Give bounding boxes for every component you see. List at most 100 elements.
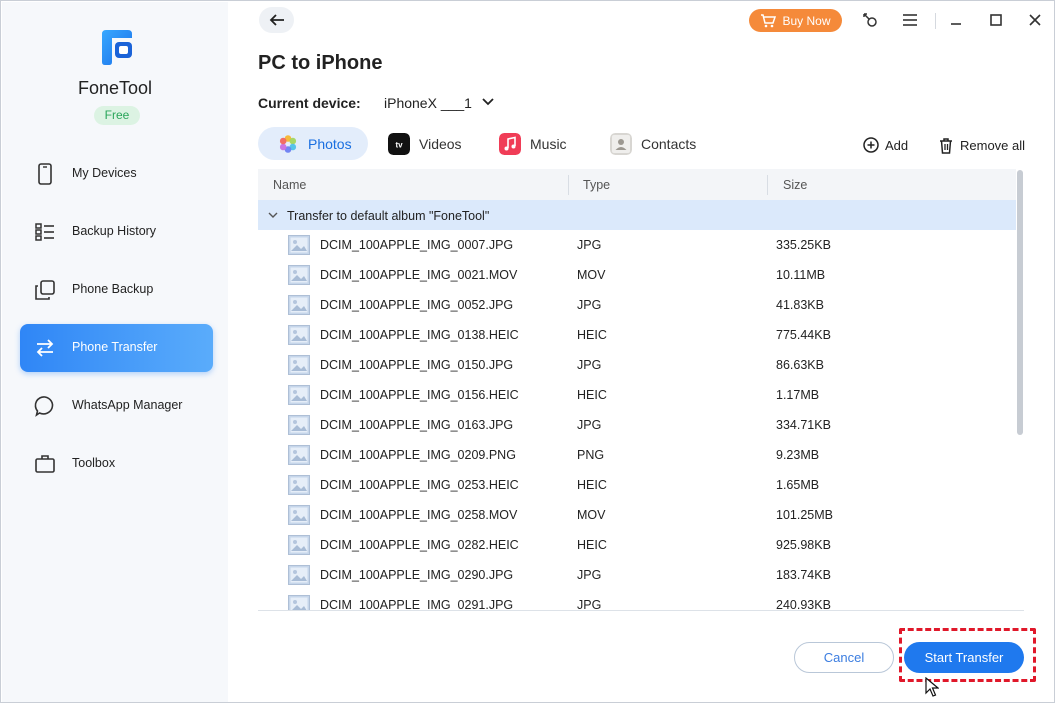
file-type-cell: JPG <box>577 598 602 610</box>
file-size-cell: 775.44KB <box>776 328 831 342</box>
table-row[interactable]: DCIM_100APPLE_IMG_0163.JPG JPG 334.71KB <box>258 410 1016 440</box>
table-row[interactable]: DCIM_100APPLE_IMG_0258.MOV MOV 101.25MB <box>258 500 1016 530</box>
file-name-cell: DCIM_100APPLE_IMG_0209.PNG <box>320 448 516 462</box>
file-size-cell: 925.98KB <box>776 538 831 552</box>
maximize-icon <box>990 14 1002 26</box>
chevron-down-icon[interactable] <box>481 95 495 109</box>
table-row[interactable]: DCIM_100APPLE_IMG_0007.JPG JPG 335.25KB <box>258 230 1016 260</box>
file-type-cell: HEIC <box>577 538 607 552</box>
file-size-cell: 1.65MB <box>776 478 820 492</box>
sidebar-item-phone-transfer[interactable]: Phone Transfer <box>20 324 213 372</box>
image-file-icon <box>288 265 310 285</box>
arrow-left-icon <box>269 14 284 26</box>
image-file-icon <box>288 385 310 405</box>
table-row[interactable]: DCIM_100APPLE_IMG_0282.HEIC HEIC 925.98KB <box>258 530 1016 560</box>
image-file-icon <box>288 235 310 255</box>
file-size-cell: 240.93KB <box>776 598 831 610</box>
current-device-label: Current device: <box>258 95 361 111</box>
add-label: Add <box>885 137 909 153</box>
close-button[interactable] <box>1023 9 1047 31</box>
file-name-cell: DCIM_100APPLE_IMG_0021.MOV <box>320 268 518 282</box>
file-name-cell: DCIM_100APPLE_IMG_0052.JPG <box>320 298 514 312</box>
chevron-down-icon[interactable] <box>267 209 279 221</box>
image-file-icon <box>288 415 310 435</box>
minimize-button[interactable] <box>944 9 968 31</box>
table-row[interactable]: DCIM_100APPLE_IMG_0290.JPG JPG 183.74KB <box>258 560 1016 590</box>
sidebar-item-label: Toolbox <box>72 456 116 470</box>
minimize-icon <box>951 23 961 25</box>
hamburger-menu-icon <box>903 14 917 26</box>
file-name-cell: DCIM_100APPLE_IMG_0290.JPG <box>320 568 514 582</box>
contacts-icon <box>610 132 632 155</box>
table-row[interactable]: DCIM_100APPLE_IMG_0150.JPG JPG 86.63KB <box>258 350 1016 380</box>
tab-label: Photos <box>308 135 352 152</box>
maximize-button[interactable] <box>984 9 1008 31</box>
tab-photos[interactable]: Photos <box>258 127 368 160</box>
buy-now-button[interactable]: Buy Now <box>749 9 842 32</box>
page-title: PC to iPhone <box>258 52 383 74</box>
sidebar: FoneTool Free My Devices Backup History … <box>2 2 228 702</box>
table-row[interactable]: DCIM_100APPLE_IMG_0253.HEIC HEIC 1.65MB <box>258 470 1016 500</box>
tab-videos[interactable]: tv Videos <box>388 127 462 160</box>
column-header-size[interactable]: Size <box>783 178 807 192</box>
table-row[interactable]: DCIM_100APPLE_IMG_0052.JPG JPG 41.83KB <box>258 290 1016 320</box>
back-button[interactable] <box>259 7 294 33</box>
column-divider[interactable] <box>568 175 569 195</box>
sidebar-item-whatsapp-manager[interactable]: WhatsApp Manager <box>20 382 213 430</box>
cancel-button[interactable]: Cancel <box>794 642 894 673</box>
fonetool-logo <box>102 30 132 65</box>
album-group-row[interactable]: Transfer to default album "FoneTool" <box>258 200 1016 230</box>
feedback-button[interactable] <box>858 9 882 31</box>
file-name-cell: DCIM_100APPLE_IMG_0150.JPG <box>320 358 514 372</box>
file-name-cell: DCIM_100APPLE_IMG_0007.JPG <box>320 238 514 252</box>
add-button[interactable]: Add <box>863 135 908 155</box>
column-header-type[interactable]: Type <box>583 178 610 192</box>
file-size-cell: 86.63KB <box>776 358 824 372</box>
tab-contacts[interactable]: Contacts <box>610 127 696 160</box>
sidebar-item-label: WhatsApp Manager <box>72 398 183 412</box>
sidebar-item-phone-backup[interactable]: Phone Backup <box>20 266 213 314</box>
scrollbar-thumb[interactable] <box>1017 170 1023 435</box>
current-device-select[interactable]: iPhoneX ___1 <box>384 95 472 111</box>
table-row[interactable]: DCIM_100APPLE_IMG_0138.HEIC HEIC 775.44KB <box>258 320 1016 350</box>
menu-button[interactable] <box>898 9 922 31</box>
table-row[interactable]: DCIM_100APPLE_IMG_0209.PNG PNG 9.23MB <box>258 440 1016 470</box>
file-type-cell: HEIC <box>577 388 607 402</box>
apple-tv-icon: tv <box>388 132 410 155</box>
file-type-cell: JPG <box>577 568 602 582</box>
key-icon <box>863 13 877 27</box>
sidebar-item-toolbox[interactable]: Toolbox <box>20 440 213 488</box>
close-icon <box>1029 14 1041 26</box>
image-file-icon <box>288 505 310 525</box>
file-type-cell: HEIC <box>577 328 607 342</box>
chat-bubble-icon <box>34 396 54 417</box>
table-row[interactable]: DCIM_100APPLE_IMG_0021.MOV MOV 10.11MB <box>258 260 1016 290</box>
file-name-cell: DCIM_100APPLE_IMG_0282.HEIC <box>320 538 519 552</box>
column-divider[interactable] <box>767 175 768 195</box>
trash-icon <box>940 137 952 154</box>
image-file-icon <box>288 475 310 495</box>
tab-music[interactable]: Music <box>499 127 567 160</box>
file-size-cell: 101.25MB <box>776 508 833 522</box>
music-icon <box>499 132 521 155</box>
mouse-cursor-icon <box>925 677 939 697</box>
image-file-icon <box>288 535 310 555</box>
titlebar-divider <box>935 13 936 29</box>
file-name-cell: DCIM_100APPLE_IMG_0138.HEIC <box>320 328 519 342</box>
file-size-cell: 41.83KB <box>776 298 824 312</box>
tab-label: Music <box>530 135 567 152</box>
file-size-cell: 183.74KB <box>776 568 831 582</box>
sidebar-item-backup-history[interactable]: Backup History <box>20 208 213 256</box>
file-type-cell: MOV <box>577 268 606 282</box>
scrollbar[interactable] <box>1016 169 1024 610</box>
image-file-icon <box>288 355 310 375</box>
file-size-cell: 335.25KB <box>776 238 831 252</box>
remove-all-button[interactable]: Remove all <box>938 135 1025 155</box>
column-header-name[interactable]: Name <box>273 178 306 192</box>
file-name-cell: DCIM_100APPLE_IMG_0258.MOV <box>320 508 518 522</box>
toolbox-icon <box>35 455 55 473</box>
table-row[interactable]: DCIM_100APPLE_IMG_0291.JPG JPG 240.93KB <box>258 590 1016 610</box>
table-row[interactable]: DCIM_100APPLE_IMG_0156.HEIC HEIC 1.17MB <box>258 380 1016 410</box>
sidebar-item-my-devices[interactable]: My Devices <box>20 150 213 198</box>
file-name-cell: DCIM_100APPLE_IMG_0291.JPG <box>320 598 514 610</box>
